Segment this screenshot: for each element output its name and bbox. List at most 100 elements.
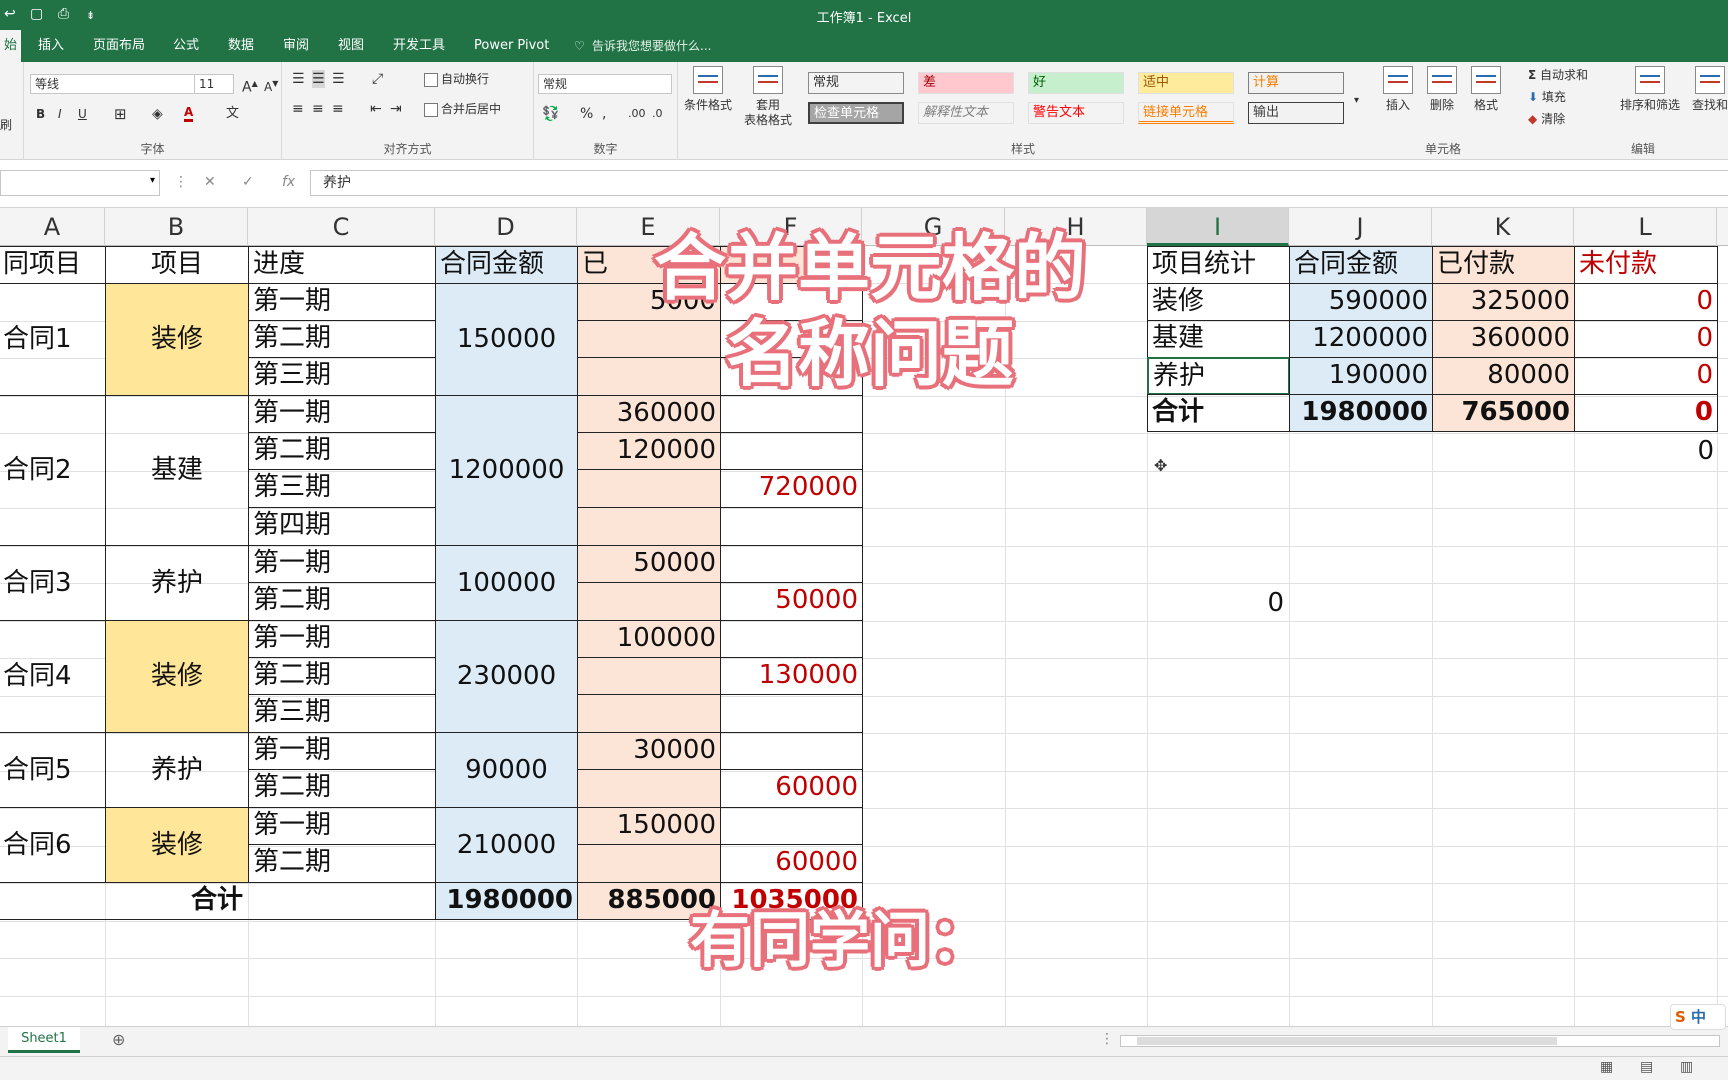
styles-more-icon[interactable]: ▾ [1354, 92, 1359, 110]
style-calculation[interactable]: 计算 [1248, 72, 1344, 94]
paid-cell[interactable]: 100000 [577, 620, 721, 658]
unpaid-cell[interactable] [720, 507, 863, 546]
tab-formulas[interactable]: 公式 [173, 30, 199, 62]
name-box[interactable]: ▾ [0, 170, 160, 196]
percent-button[interactable]: % [580, 105, 593, 123]
add-sheet-icon[interactable]: ⊕ [112, 1030, 125, 1049]
unpaid-cell[interactable]: 720000 [720, 469, 863, 508]
unpaid-cell[interactable] [720, 432, 863, 470]
contract-name[interactable]: 合同1 [0, 283, 106, 396]
summary-header-item[interactable]: 项目统计 [1147, 246, 1290, 284]
unpaid-cell[interactable] [720, 732, 863, 770]
conditional-format-button[interactable]: 条件格式 [682, 66, 734, 113]
align-bottom-icon[interactable]: ☰ [332, 70, 345, 88]
enter-icon[interactable]: ✓ [242, 174, 254, 190]
phase-cell[interactable]: 第二期 [248, 432, 436, 470]
tell-me-search[interactable]: 告诉我您想要做什么... [592, 30, 711, 62]
tab-developer[interactable]: 开发工具 [393, 30, 445, 62]
normal-view-icon[interactable]: ▦ [1600, 1059, 1613, 1075]
unpaid-cell[interactable]: 60000 [720, 769, 863, 808]
sort-filter-button[interactable]: 排序和筛选 [1618, 66, 1682, 113]
align-middle-icon[interactable]: ☰ [312, 70, 325, 88]
contract-item[interactable]: 装修 [105, 283, 249, 396]
phase-cell[interactable]: 第一期 [248, 620, 436, 658]
contract-amount[interactable]: 210000 [435, 807, 578, 883]
style-check-cell[interactable]: 检查单元格 [808, 102, 904, 124]
align-top-icon[interactable]: ☰ [292, 70, 305, 88]
column-header-d[interactable]: D [435, 208, 577, 246]
summary-header-paid[interactable]: 已付款 [1432, 246, 1575, 284]
style-good[interactable]: 好 [1028, 72, 1124, 94]
header-contract-amount[interactable]: 合同金额 [435, 246, 578, 284]
format-painter-button[interactable]: 刷 [0, 116, 12, 134]
contract-item[interactable]: 装修 [105, 620, 249, 733]
insert-function-icon[interactable]: fx [282, 174, 295, 190]
align-left-icon[interactable]: ≡ [292, 100, 304, 118]
phase-cell[interactable]: 第一期 [248, 395, 436, 433]
autosum-button[interactable]: Σ 自动求和 [1528, 66, 1588, 84]
contract-amount[interactable]: 1200000 [435, 395, 578, 546]
style-warning[interactable]: 警告文本 [1028, 102, 1124, 124]
contract-amount[interactable]: 90000 [435, 732, 578, 808]
merge-center-button[interactable]: 合并后居中 [424, 100, 501, 118]
italic-button[interactable]: I [58, 105, 62, 123]
paid-cell[interactable] [577, 582, 721, 621]
contract-amount[interactable]: 100000 [435, 545, 578, 621]
contract-amount[interactable]: 150000 [435, 283, 578, 396]
column-header-l[interactable]: L [1574, 208, 1717, 246]
phase-cell[interactable]: 第一期 [248, 807, 436, 845]
phase-cell[interactable]: 第二期 [248, 769, 436, 808]
fill-button[interactable]: ⬇ 填充 [1528, 88, 1566, 106]
contract-name[interactable]: 合同4 [0, 620, 106, 733]
summary-unpaid[interactable]: 0 [1574, 283, 1718, 321]
align-center-icon[interactable]: ≡ [312, 100, 324, 118]
orientation-icon[interactable]: ⤢ [372, 70, 383, 88]
contract-name[interactable]: 合同3 [0, 545, 106, 621]
cancel-icon[interactable]: ✕ [204, 174, 216, 190]
tab-data[interactable]: 数据 [228, 30, 254, 62]
summary-header-unpaid[interactable]: 未付款 [1574, 246, 1718, 284]
summary-amount[interactable]: 590000 [1289, 283, 1433, 321]
paid-cell[interactable] [577, 657, 721, 695]
header-item[interactable]: 项目 [105, 246, 249, 284]
scroll-handle-icon[interactable]: ⋮ [1100, 1031, 1114, 1047]
font-size-select[interactable]: 11 [194, 74, 234, 94]
column-header-i[interactable]: I [1147, 208, 1289, 246]
paid-cell[interactable] [577, 844, 721, 883]
paid-cell[interactable] [577, 469, 721, 508]
comma-icon[interactable]: , [602, 105, 606, 123]
unpaid-cell[interactable] [720, 807, 863, 845]
tab-view[interactable]: 视图 [338, 30, 364, 62]
increase-decimal-icon[interactable]: .00 [628, 105, 646, 123]
total-label[interactable]: 合计 [0, 882, 436, 920]
bold-button[interactable]: B [36, 105, 45, 123]
grow-font-icon[interactable]: A▲ [242, 75, 258, 97]
delete-cells-button[interactable]: 删除 [1422, 66, 1462, 113]
paid-cell[interactable] [577, 507, 721, 546]
find-select-button[interactable]: 查找和 [1686, 66, 1728, 113]
font-name-select[interactable]: 等线 [30, 74, 196, 94]
phase-cell[interactable]: 第二期 [248, 582, 436, 621]
column-header-j[interactable]: J [1289, 208, 1432, 246]
unpaid-cell[interactable] [720, 545, 863, 583]
summary-unpaid[interactable]: 0 [1574, 357, 1718, 395]
header-progress[interactable]: 进度 [248, 246, 436, 284]
cell-l6-value[interactable]: 0 [1690, 434, 1714, 469]
phase-cell[interactable]: 第二期 [248, 320, 436, 358]
decrease-indent-icon[interactable]: ⇤ [370, 100, 382, 118]
phase-cell[interactable]: 第三期 [248, 357, 436, 396]
unpaid-cell[interactable] [720, 395, 863, 433]
number-format-select[interactable]: 常规 [538, 74, 672, 94]
page-break-view-icon[interactable]: ▥ [1680, 1059, 1693, 1075]
paid-cell[interactable]: 150000 [577, 807, 721, 845]
unpaid-cell[interactable]: 50000 [720, 582, 863, 621]
decrease-decimal-icon[interactable]: .0 [652, 105, 663, 123]
summary-item[interactable]: 装修 [1147, 283, 1290, 321]
border-icon[interactable]: ⊞ [114, 105, 127, 123]
unpaid-cell[interactable]: 130000 [720, 657, 863, 695]
style-output[interactable]: 输出 [1248, 102, 1344, 124]
increase-indent-icon[interactable]: ⇥ [390, 100, 402, 118]
currency-icon[interactable]: 💱 [542, 105, 559, 123]
summary-total-amount[interactable]: 1980000 [1289, 394, 1433, 432]
total-contract-amount[interactable]: 1980000 [435, 882, 578, 920]
